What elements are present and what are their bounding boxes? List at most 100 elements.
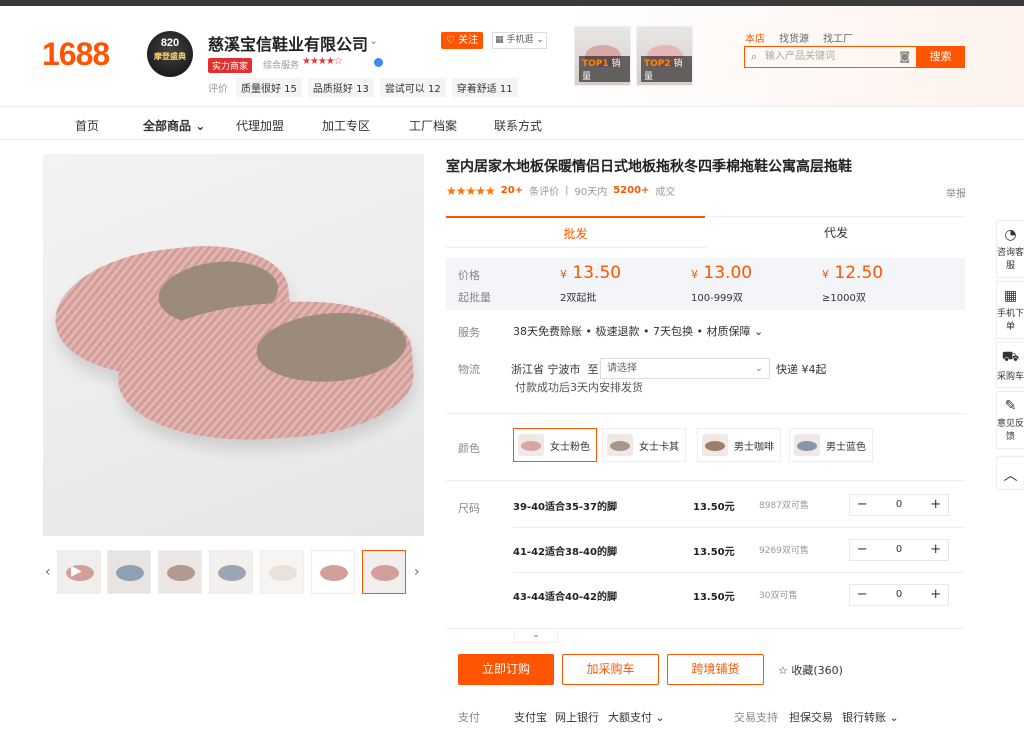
nav-processing[interactable]: 加工专区: [322, 117, 370, 134]
minus-icon[interactable]: −: [850, 540, 875, 560]
nav-contact[interactable]: 联系方式: [494, 117, 542, 134]
top-badge: TOP1 销量: [579, 56, 630, 82]
thumbnail-active[interactable]: [362, 550, 406, 594]
sidebar-feedback[interactable]: ✎ 意见反馈: [996, 391, 1024, 449]
search-scope-tabs: 本店 找货源 找工厂: [745, 30, 853, 45]
shop-name[interactable]: 慈溪宝信鞋业有限公司: [208, 31, 368, 55]
chevron-left-icon[interactable]: ‹: [45, 564, 51, 580]
divider: [446, 480, 965, 481]
size-stock: 30双可售: [759, 591, 798, 601]
color-option[interactable]: 女士粉色: [513, 428, 597, 462]
review-tag[interactable]: 品质挺好 13: [307, 78, 374, 97]
search-placeholder: 输入产品关键词: [765, 51, 835, 62]
color-option[interactable]: 女士卡其: [602, 428, 686, 462]
avatar-number: 820: [160, 37, 180, 49]
quantity-value[interactable]: 0: [875, 540, 924, 560]
minus-icon[interactable]: −: [850, 495, 875, 515]
chevron-right-icon[interactable]: ›: [414, 564, 420, 580]
review-tag[interactable]: 穿着舒适 11: [451, 78, 518, 97]
service-label: 服务: [458, 326, 480, 339]
top-product-1[interactable]: TOP1 销量: [574, 26, 631, 86]
chevron-down-icon[interactable]: ⌄: [369, 34, 378, 47]
favorite-button[interactable]: ☆ 收藏(360): [778, 662, 843, 678]
search-tab-factories[interactable]: 找工厂: [823, 30, 853, 45]
avatar-caption: 摩登盛典: [154, 52, 186, 61]
tier-qty: 2双起批: [560, 293, 597, 304]
product-main-image[interactable]: [43, 154, 424, 536]
tier-price: ¥ 13.00: [691, 263, 753, 283]
pay-label: 支付: [458, 711, 480, 724]
quantity-value[interactable]: 0: [875, 495, 924, 515]
size-stock: 8987双可售: [759, 501, 809, 511]
top-product-2[interactable]: TOP2 销量: [636, 26, 693, 86]
size-name: 41-42适合38-40的脚: [513, 547, 617, 558]
review-count[interactable]: 20+: [501, 185, 523, 196]
product-meta: ★★★★★ 20+ 条评价 | 90天内 5200+ 成交: [446, 183, 676, 199]
thumbnail[interactable]: [209, 550, 253, 594]
plus-icon[interactable]: +: [924, 540, 949, 560]
nav-all-products[interactable]: 全部商品 ⌄: [143, 117, 205, 134]
trade-item-dropdown[interactable]: 银行转账 ⌄: [842, 709, 899, 725]
mobile-browse-label: 手机逛: [506, 35, 534, 45]
site-logo[interactable]: 1688: [42, 36, 110, 73]
thumbnail[interactable]: [260, 550, 304, 594]
service-list[interactable]: 38天免费赊账 • 极速退款 • 7天包换 • 材质保障 ⌄: [513, 323, 763, 339]
search-input[interactable]: ⌕ 输入产品关键词 ◙: [744, 46, 916, 68]
nav-home[interactable]: 首页: [75, 117, 99, 134]
camera-icon[interactable]: ◙: [899, 47, 910, 67]
quantity-stepper[interactable]: −0 +: [849, 584, 949, 606]
review-tag[interactable]: 质量很好 15: [236, 78, 302, 97]
thumbnail[interactable]: [158, 550, 202, 594]
sales-label: 成交: [655, 187, 676, 198]
nav-factory-profile[interactable]: 工厂档案: [409, 117, 457, 134]
report-link[interactable]: 举报: [946, 185, 966, 200]
thumbnail-video[interactable]: ▶: [57, 550, 101, 594]
purchase-mode-tabs: 批发 代发: [446, 216, 965, 248]
quantity-stepper[interactable]: −0 +: [849, 494, 949, 516]
sidebar-cart[interactable]: ⛟ 采购车: [996, 342, 1024, 388]
size-price: 13.50元: [693, 547, 735, 558]
tab-wholesale[interactable]: 批发: [446, 216, 705, 248]
size-row: 41-42适合38-40的脚 13.50元 9269双可售 −0 +: [513, 539, 949, 561]
review-tag[interactable]: 尝试可以 12: [379, 78, 446, 97]
divider: [446, 413, 965, 414]
quantity-value[interactable]: 0: [875, 585, 924, 605]
follow-button[interactable]: ♡ 关注: [441, 32, 483, 49]
thumbnail[interactable]: [311, 550, 355, 594]
trade-item: 担保交易: [789, 711, 833, 724]
expand-sizes-button[interactable]: ⌄: [514, 629, 558, 643]
mobile-browse-button[interactable]: ▦ 手机逛 ⌄: [492, 32, 547, 49]
tab-dropship[interactable]: 代发: [707, 216, 965, 248]
shop-avatar[interactable]: 820 摩登盛典: [147, 31, 193, 77]
tier-qty: 100-999双: [691, 293, 743, 304]
nav-agent[interactable]: 代理加盟: [236, 117, 284, 134]
pay-method-dropdown[interactable]: 大额支付 ⌄: [608, 709, 665, 725]
sidebar-consult[interactable]: ◔ 咨询客服: [996, 220, 1024, 278]
sidebar-mobile-order[interactable]: ▦ 手机下单: [996, 281, 1024, 339]
size-row: 39-40适合35-37的脚 13.50元 8987双可售 −0 +: [513, 494, 949, 516]
plus-icon[interactable]: +: [924, 495, 949, 515]
cross-border-button[interactable]: 跨境铺货: [667, 654, 764, 685]
ship-to-select[interactable]: 请选择 ⌄: [600, 358, 770, 379]
minus-icon[interactable]: −: [850, 585, 875, 605]
thumbnail[interactable]: [107, 550, 151, 594]
search-icon: ⌕: [751, 50, 758, 63]
buy-now-button[interactable]: 立即订购: [458, 654, 554, 685]
search-button[interactable]: 搜索: [916, 46, 965, 68]
color-option[interactable]: 男士咖啡: [697, 428, 781, 462]
color-option[interactable]: 男士蓝色: [789, 428, 873, 462]
search-tab-this-shop[interactable]: 本店: [745, 30, 765, 45]
plus-icon[interactable]: +: [924, 585, 949, 605]
star-icon: ☆: [778, 664, 788, 677]
search-tab-sources[interactable]: 找货源: [779, 30, 809, 45]
product-title: 室内居家木地板保暖情侣日式地板拖秋冬四季棉拖鞋公寓高层拖鞋: [446, 159, 852, 175]
strength-merchant-badge: 实力商家: [208, 58, 253, 73]
add-to-cart-button[interactable]: 加采购车: [562, 654, 659, 685]
edit-icon: ✎: [1004, 398, 1017, 414]
info-icon[interactable]: [374, 58, 383, 67]
quantity-stepper[interactable]: −0 +: [849, 539, 949, 561]
price-label: 价格: [458, 269, 480, 282]
service-rating-stars: ★★★★☆: [302, 56, 343, 67]
back-to-top-button[interactable]: ︿: [996, 456, 1024, 490]
color-label: 颜色: [458, 442, 480, 455]
